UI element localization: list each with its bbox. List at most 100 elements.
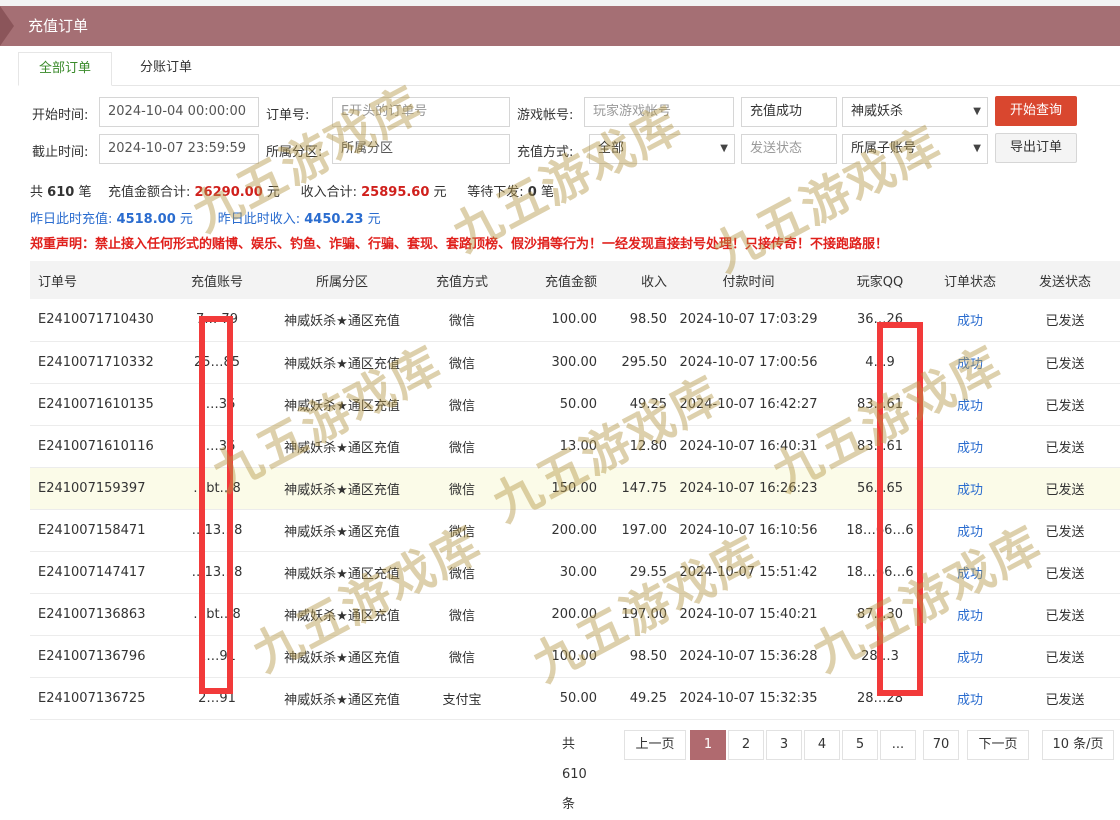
table-cell: 微信: [448, 482, 475, 498]
start-time-input[interactable]: 2024-10-04 00:00:00: [99, 97, 259, 127]
start-time-label: 开始时间:: [32, 108, 89, 123]
game-select-value: 神威妖杀: [851, 104, 904, 119]
next-page-button[interactable]: 下一页: [967, 730, 1029, 760]
yesterday-income-label: 昨日此时收入:: [217, 212, 301, 227]
table-cell: 成功: [930, 383, 1010, 425]
pending-unit: 笔: [540, 185, 554, 200]
summary-line: 共 610 笔 充值金额合计: 26290.00 元 收入合计: 25895.6…: [30, 181, 554, 200]
prev-page-button[interactable]: 上一页: [624, 730, 686, 760]
order-count: 610: [47, 185, 75, 200]
table-cell: 已发送: [1045, 650, 1085, 666]
table-cell: E241007136796: [38, 648, 146, 664]
table-cell: E241007158471: [38, 522, 146, 538]
page-size-select[interactable]: 10 条/页: [1042, 730, 1114, 760]
sub-account-select[interactable]: 所属子账号 ▼: [842, 134, 988, 164]
tab-all-orders[interactable]: 全部订单: [18, 52, 113, 86]
table-cell: 微信: [448, 608, 475, 624]
yesterday-line: 昨日此时充值: 4518.00 元 昨日此时收入: 4450.23 元: [30, 208, 381, 227]
order-no-label: 订单号:: [266, 108, 310, 123]
table-cell: 微信: [448, 398, 475, 414]
page-button[interactable]: 5: [842, 730, 878, 760]
page-button[interactable]: 3: [766, 730, 802, 760]
table-cell: 神威妖杀★通区充值: [284, 356, 400, 372]
table-cell: 成功: [930, 635, 1010, 677]
table-cell: 成功: [930, 341, 1010, 383]
order-status-link[interactable]: 成功: [957, 525, 983, 540]
redaction-box-qq: [877, 322, 923, 696]
table-cell: 成功: [930, 467, 1010, 509]
order-status-link[interactable]: 成功: [957, 567, 983, 582]
table-cell: 已发送: [1045, 356, 1085, 372]
table-cell: 神威妖杀★通区充值: [284, 692, 400, 708]
income-total-label: 收入合计:: [300, 185, 357, 200]
table-cell: 100.00: [551, 648, 598, 664]
table-cell: 神威妖杀★通区充值: [284, 608, 400, 624]
table-cell: 49.25: [629, 396, 667, 412]
table-cell: E2410071610135: [38, 396, 154, 412]
tab-bar: 全部订单 分账订单: [18, 52, 1120, 86]
recharge-method-select[interactable]: 全部 ▼: [589, 134, 735, 164]
order-status-link[interactable]: 成功: [957, 609, 983, 624]
yesterday-income-unit: 元: [367, 212, 381, 227]
table-cell: 2024-10-07 17:00:56: [679, 354, 818, 370]
recharge-status-select[interactable]: 充值成功: [741, 97, 837, 127]
tab-split-orders[interactable]: 分账订单: [120, 52, 212, 86]
table-cell: 29.55: [629, 564, 667, 580]
table-cell: 微信: [448, 356, 475, 372]
order-status-link[interactable]: 成功: [957, 483, 983, 498]
table-cell: 微信: [448, 440, 475, 456]
page-button[interactable]: 1: [690, 730, 726, 760]
order-status-link[interactable]: 成功: [957, 651, 983, 666]
order-status-link[interactable]: 成功: [957, 357, 983, 372]
send-status-select[interactable]: 发送状态: [741, 134, 837, 164]
table-cell: 100.00: [551, 312, 598, 328]
table-cell: 2024-10-07 15:36:28: [679, 648, 818, 664]
table-cell: 2024-10-07 15:32:35: [679, 690, 818, 706]
order-status-link[interactable]: 成功: [957, 441, 983, 456]
table-cell: 13.00: [559, 438, 597, 454]
end-time-input[interactable]: 2024-10-07 23:59:59: [99, 134, 259, 164]
page-button[interactable]: 4: [804, 730, 840, 760]
pagination-total: 共 610 条: [562, 737, 587, 812]
table-cell: 98.50: [629, 312, 667, 328]
zone-input[interactable]: 所属分区: [332, 134, 510, 164]
table-cell: 2024-10-07 17:03:29: [679, 312, 818, 328]
table-row: E2410071710430 7… 79 神威妖杀★通区充值 微信 100.00 98.5…: [30, 299, 1120, 341]
table-cell: E241007136863: [38, 606, 146, 622]
table-cell: 微信: [448, 650, 475, 666]
yesterday-recharge-value: 4518.00: [116, 212, 176, 227]
table-cell: 2024-10-07 16:40:31: [679, 438, 818, 454]
page-button[interactable]: 70: [923, 730, 959, 760]
order-no-input[interactable]: E开头的订单号: [332, 97, 510, 127]
table-cell: 神威妖杀★通区充值: [284, 314, 400, 330]
search-button[interactable]: 开始查询: [995, 96, 1077, 126]
table-row: E241007136863 …bt…8 神威妖杀★通区充值 微信 200.00 197.0…: [30, 593, 1120, 635]
column-header: 玩家QQ: [856, 274, 904, 290]
table-cell: 2024-10-07 16:26:23: [679, 480, 818, 496]
export-button[interactable]: 导出订单: [995, 133, 1077, 163]
table-cell: 50.00: [559, 396, 597, 412]
order-status-link[interactable]: 成功: [957, 693, 983, 708]
income-total-value: 25895.60: [361, 185, 430, 200]
table-cell: 12.80: [629, 438, 667, 454]
recharge-total-label: 充值金额合计:: [107, 185, 191, 200]
order-status-link[interactable]: 成功: [957, 399, 983, 414]
table-cell: 成功: [930, 425, 1010, 467]
table-row: E2410071610116 c…36 神威妖杀★通区充值 微信 13.00 12.80 2…: [30, 425, 1120, 467]
yesterday-recharge-unit: 元: [179, 212, 193, 227]
zone-label: 所属分区:: [266, 145, 323, 160]
recharge-total-value: 26290.00: [194, 185, 263, 200]
game-select[interactable]: 神威妖杀 ▼: [842, 97, 988, 127]
table-cell: 295.50: [621, 354, 668, 370]
watermark-logo: 九五游戏库: [703, 116, 951, 283]
game-account-input[interactable]: 玩家游戏帐号: [584, 97, 734, 127]
page-button[interactable]: 2: [728, 730, 764, 760]
table-cell: 2024-10-07 15:51:42: [679, 564, 818, 580]
order-status-link[interactable]: 成功: [957, 314, 983, 329]
table-cell: 2024-10-07 16:10:56: [679, 522, 818, 538]
table-cell: 神威妖杀★通区充值: [284, 398, 400, 414]
yesterday-income-value: 4450.23: [304, 212, 364, 227]
table-cell: 30.00: [559, 564, 597, 580]
table-row: E241007136725 2…91 神威妖杀★通区充值 支付宝 50.00 49.25 2…: [30, 677, 1120, 719]
table-row: E2410071593​97 …bt…8 神威妖杀★通区充值 微信 150.00 147.…: [30, 467, 1120, 509]
